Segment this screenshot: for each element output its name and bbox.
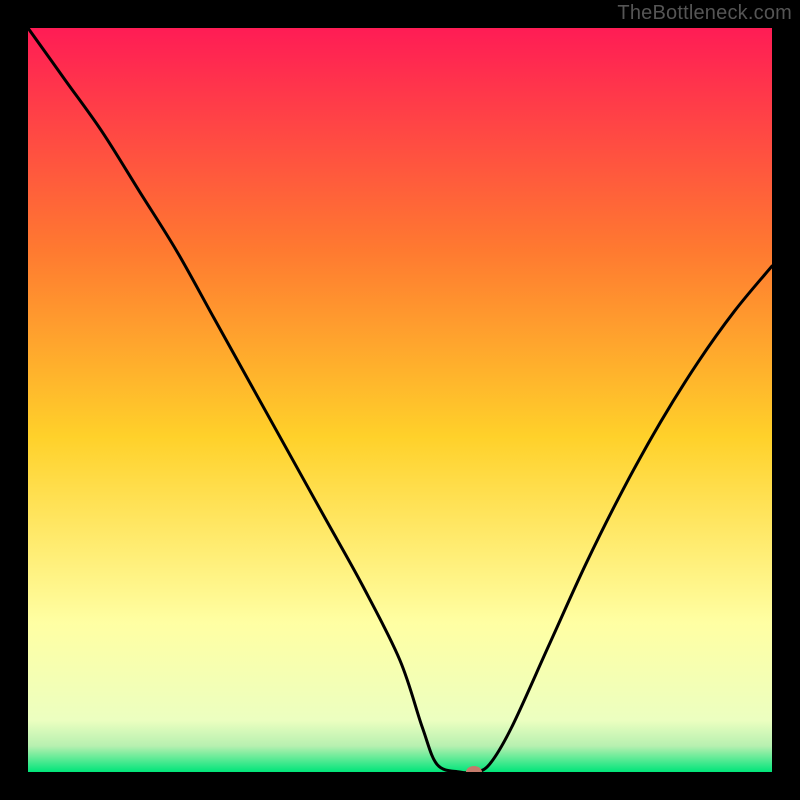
watermark-text: TheBottleneck.com — [617, 2, 792, 25]
bottleneck-curve — [28, 28, 772, 772]
optimum-marker — [466, 766, 482, 772]
chart-frame: TheBottleneck.com — [0, 0, 800, 800]
plot-area — [28, 28, 772, 772]
